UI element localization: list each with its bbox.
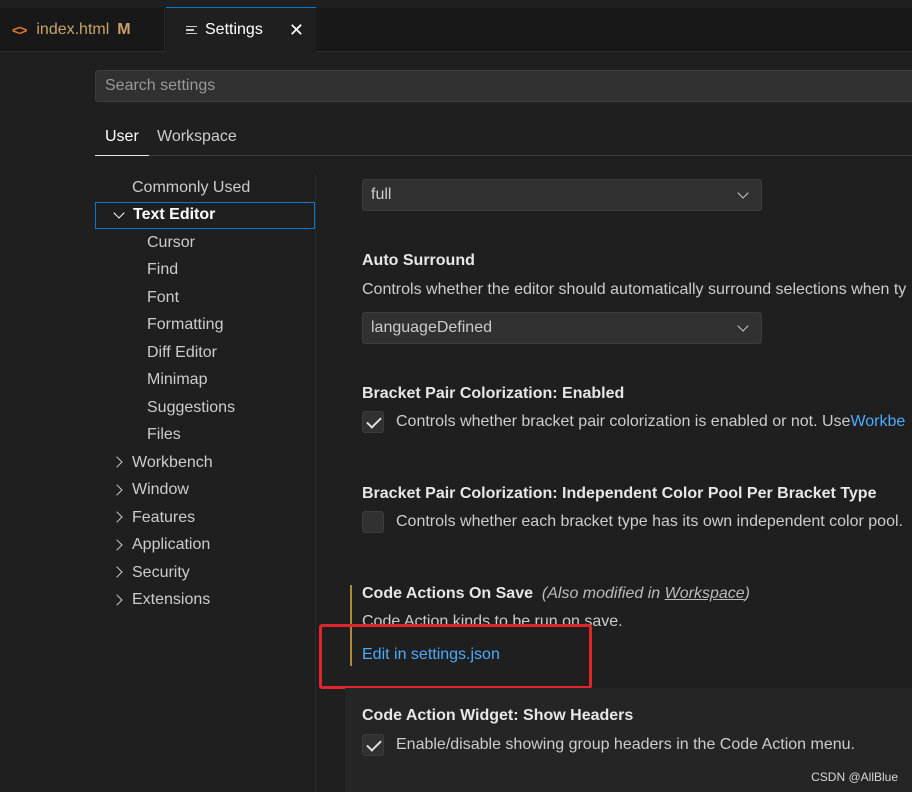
setting-desc: Controls whether bracket pair colorizati… <box>396 413 851 430</box>
setting-title-auto-surround: Auto Surround <box>362 252 475 269</box>
top-select[interactable]: full <box>362 179 762 211</box>
setting-row-bracket-enabled: Controls whether bracket pair colorizati… <box>362 411 905 433</box>
toc-diff-editor[interactable]: Diff Editor <box>95 339 315 367</box>
toc-label: Workbench <box>132 453 213 471</box>
setting-title-code-action-widget: Code Action Widget: Show Headers <box>362 707 634 724</box>
toc-label: Extensions <box>132 591 211 609</box>
code-icon: <> <box>12 22 27 38</box>
toc-label: Features <box>132 508 196 526</box>
tab-user[interactable]: User <box>95 118 149 156</box>
show-headers-checkbox[interactable] <box>362 734 384 756</box>
toc-label: Minimap <box>147 371 208 389</box>
toc-commonly-used[interactable]: Commonly Used <box>95 174 315 202</box>
toc-minimap[interactable]: Minimap <box>95 367 315 395</box>
toc-files[interactable]: Files <box>95 422 315 450</box>
chevron-right-icon <box>111 566 123 578</box>
toc-label: Security <box>132 563 190 581</box>
toc-divider <box>315 174 316 792</box>
close-icon[interactable]: ✕ <box>289 20 304 41</box>
chevron-right-icon <box>111 511 123 523</box>
toc-formatting[interactable]: Formatting <box>95 312 315 340</box>
chevron-down-icon <box>737 187 749 199</box>
chevron-down-icon <box>737 320 749 332</box>
toc-label: Application <box>132 536 211 554</box>
toc-label: Files <box>147 426 181 444</box>
tab-label: index.html <box>36 21 110 38</box>
setting-desc: Controls whether each bracket type has i… <box>396 513 903 530</box>
workspace-link[interactable]: Workspace <box>665 585 745 602</box>
tab-index-html[interactable]: <> index.html M <box>0 8 165 52</box>
settings-lines-icon <box>186 24 197 37</box>
toc-label: Cursor <box>147 233 196 251</box>
setting-row-bracket-pool: Controls whether each bracket type has i… <box>362 511 903 533</box>
toc-label: Commonly Used <box>132 178 251 196</box>
setting-title-bracket-enabled: Bracket Pair Colorization: Enabled <box>362 385 625 402</box>
settings-toc: Commonly Used Text Editor Cursor Find Fo… <box>95 174 315 614</box>
watermark: CSDN @AllBlue <box>811 770 898 784</box>
modified-badge: M <box>117 21 131 38</box>
toc-find[interactable]: Find <box>95 257 315 285</box>
select-value: full <box>371 186 392 203</box>
toc-label: Find <box>147 261 179 279</box>
toc-application[interactable]: Application <box>95 532 315 560</box>
highlight-box <box>319 624 592 689</box>
modified-note: (Also modified in Workspace) <box>541 585 750 602</box>
setting-title-code-actions-on-save: Code Actions On Save (Also modified in W… <box>362 585 750 602</box>
toc-font[interactable]: Font <box>95 284 315 312</box>
toc-label: Diff Editor <box>147 343 217 361</box>
chevron-right-icon <box>111 538 123 551</box>
search-input[interactable] <box>105 77 912 95</box>
tab-settings[interactable]: Settings ✕ <box>166 7 316 52</box>
toc-extensions[interactable]: Extensions <box>95 587 315 615</box>
setting-row-code-action-widget: Enable/disable showing group headers in … <box>362 734 855 756</box>
chevron-right-icon <box>111 483 123 496</box>
toc-workbench[interactable]: Workbench <box>95 449 315 477</box>
toc-window[interactable]: Window <box>95 477 315 505</box>
setting-desc: Enable/disable showing group headers in … <box>396 736 855 753</box>
bracket-pool-checkbox[interactable] <box>362 511 384 533</box>
toc-label: Formatting <box>147 316 224 334</box>
chevron-down-icon <box>113 206 125 219</box>
chevron-right-icon <box>111 593 123 606</box>
bracket-enabled-checkbox[interactable] <box>362 411 384 433</box>
toc-security[interactable]: Security <box>95 559 315 587</box>
scope-tabs: User Workspace <box>95 118 912 156</box>
toc-cursor[interactable]: Cursor <box>95 229 315 257</box>
tab-label: Settings <box>205 21 263 38</box>
setting-desc-auto-surround: Controls whether the editor should autom… <box>362 281 907 298</box>
toc-label: Suggestions <box>147 398 236 416</box>
toc-label: Window <box>132 481 189 499</box>
toc-features[interactable]: Features <box>95 504 315 532</box>
workbench-link[interactable]: Workbe <box>850 413 905 431</box>
auto-surround-select[interactable]: languageDefined <box>362 312 762 344</box>
search-box <box>95 70 912 102</box>
toc-text-editor[interactable]: Text Editor <box>95 201 315 229</box>
toc-label: Font <box>147 288 180 306</box>
tab-workspace[interactable]: Workspace <box>147 118 247 156</box>
chevron-right-icon <box>111 456 123 468</box>
toc-suggestions[interactable]: Suggestions <box>95 394 315 422</box>
select-value: languageDefined <box>371 319 492 336</box>
toc-label: Text Editor <box>133 206 216 224</box>
setting-title-bracket-pool: Bracket Pair Colorization: Independent C… <box>362 485 877 502</box>
